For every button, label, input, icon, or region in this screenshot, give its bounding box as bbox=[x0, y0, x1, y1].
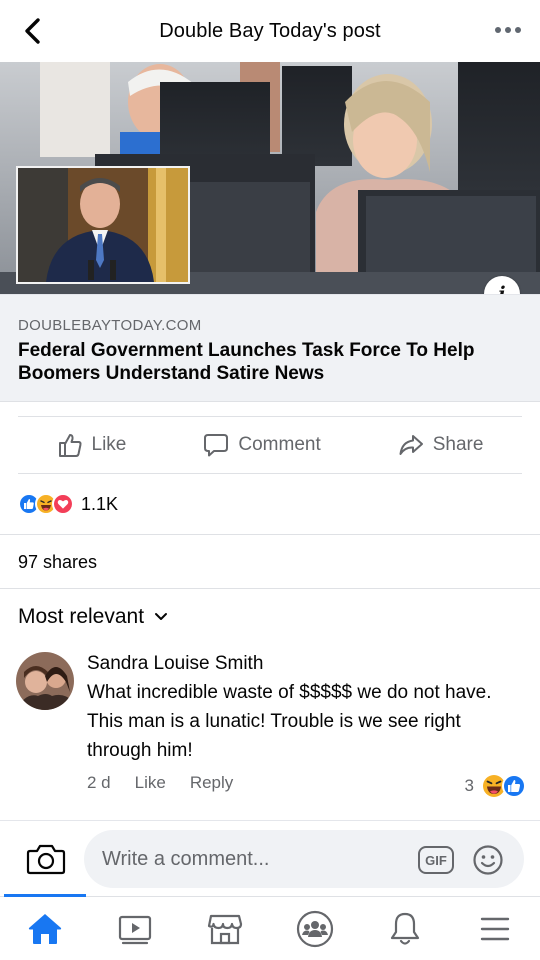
love-reaction-icon bbox=[52, 493, 74, 515]
comment-reactions[interactable]: 3 bbox=[465, 774, 526, 798]
comment-author[interactable]: Sandra Louise Smith bbox=[87, 653, 527, 675]
share-icon bbox=[399, 435, 423, 455]
chevron-down-icon bbox=[155, 613, 168, 620]
portrait-image bbox=[18, 168, 188, 282]
link-preview-box[interactable]: DOUBLEBAYTODAY.COM Federal Government La… bbox=[0, 294, 540, 402]
comment-input[interactable] bbox=[102, 847, 402, 871]
nav-notifications[interactable] bbox=[375, 899, 435, 959]
emoji-button[interactable] bbox=[472, 844, 504, 876]
reactions-summary[interactable]: 1.1K bbox=[18, 490, 118, 518]
nav-menu[interactable] bbox=[465, 899, 525, 959]
comment-composer: GIF bbox=[84, 830, 524, 888]
comment-time: 2 d bbox=[87, 773, 111, 792]
divider bbox=[0, 588, 540, 589]
post-header: Double Bay Today's post bbox=[0, 0, 540, 62]
inset-portrait-photo bbox=[16, 166, 190, 284]
back-button[interactable] bbox=[16, 14, 50, 48]
home-icon bbox=[28, 913, 62, 944]
comment-meta: 2 d Like Reply bbox=[87, 773, 527, 793]
notifications-icon bbox=[390, 912, 420, 945]
camera-button[interactable] bbox=[26, 842, 66, 876]
comment-button[interactable]: Comment bbox=[203, 432, 321, 458]
comment-sort-dropdown[interactable]: Most relevant bbox=[18, 605, 168, 629]
share-label: Share bbox=[432, 434, 484, 455]
comment-label: Comment bbox=[238, 434, 321, 455]
groups-icon bbox=[296, 910, 334, 947]
sort-label: Most relevant bbox=[18, 605, 145, 628]
chevron-left-icon bbox=[25, 18, 40, 44]
comment-text: What incredible waste of $$$$$ we do not… bbox=[87, 682, 492, 761]
reaction-count: 1.1K bbox=[81, 493, 119, 514]
link-preview-image[interactable]: i bbox=[0, 62, 540, 294]
nav-marketplace[interactable] bbox=[195, 899, 255, 959]
shares-count[interactable]: 97 shares bbox=[18, 552, 97, 573]
page-title: Double Bay Today's post bbox=[159, 19, 381, 42]
emoji-icon bbox=[473, 845, 503, 875]
like-label: Like bbox=[91, 434, 127, 455]
gif-button[interactable]: GIF bbox=[418, 846, 454, 874]
watch-icon bbox=[118, 915, 152, 944]
more-options-button[interactable] bbox=[490, 16, 526, 44]
like-reaction-icon bbox=[502, 774, 526, 798]
post-action-bar: Like Comment Share bbox=[18, 416, 522, 474]
comment-icon bbox=[204, 434, 229, 457]
comment-reaction-count: 3 bbox=[464, 776, 474, 795]
link-title: Federal Government Launches Task Force T… bbox=[18, 340, 475, 384]
share-button[interactable]: Share bbox=[398, 432, 484, 458]
marketplace-icon bbox=[207, 914, 243, 944]
nav-home[interactable] bbox=[15, 899, 75, 959]
nav-watch[interactable] bbox=[105, 899, 165, 959]
more-horizontal-icon bbox=[495, 27, 521, 33]
avatar[interactable] bbox=[16, 652, 74, 710]
like-button[interactable]: Like bbox=[57, 432, 127, 458]
bottom-navigation bbox=[0, 897, 540, 960]
comment-body: Sandra Louise Smith What incredible wast… bbox=[87, 653, 527, 793]
link-domain: DOUBLEBAYTODAY.COM bbox=[18, 317, 202, 334]
menu-icon bbox=[480, 917, 510, 940]
divider bbox=[0, 820, 540, 821]
comment-reply-button[interactable]: Reply bbox=[190, 773, 233, 793]
avatar-image bbox=[16, 652, 74, 710]
divider bbox=[0, 534, 540, 535]
camera-icon bbox=[26, 844, 66, 875]
thumbs-up-icon bbox=[58, 434, 82, 457]
nav-groups[interactable] bbox=[285, 899, 345, 959]
reaction-icons bbox=[18, 493, 74, 515]
comment-like-button[interactable]: Like bbox=[135, 773, 166, 793]
